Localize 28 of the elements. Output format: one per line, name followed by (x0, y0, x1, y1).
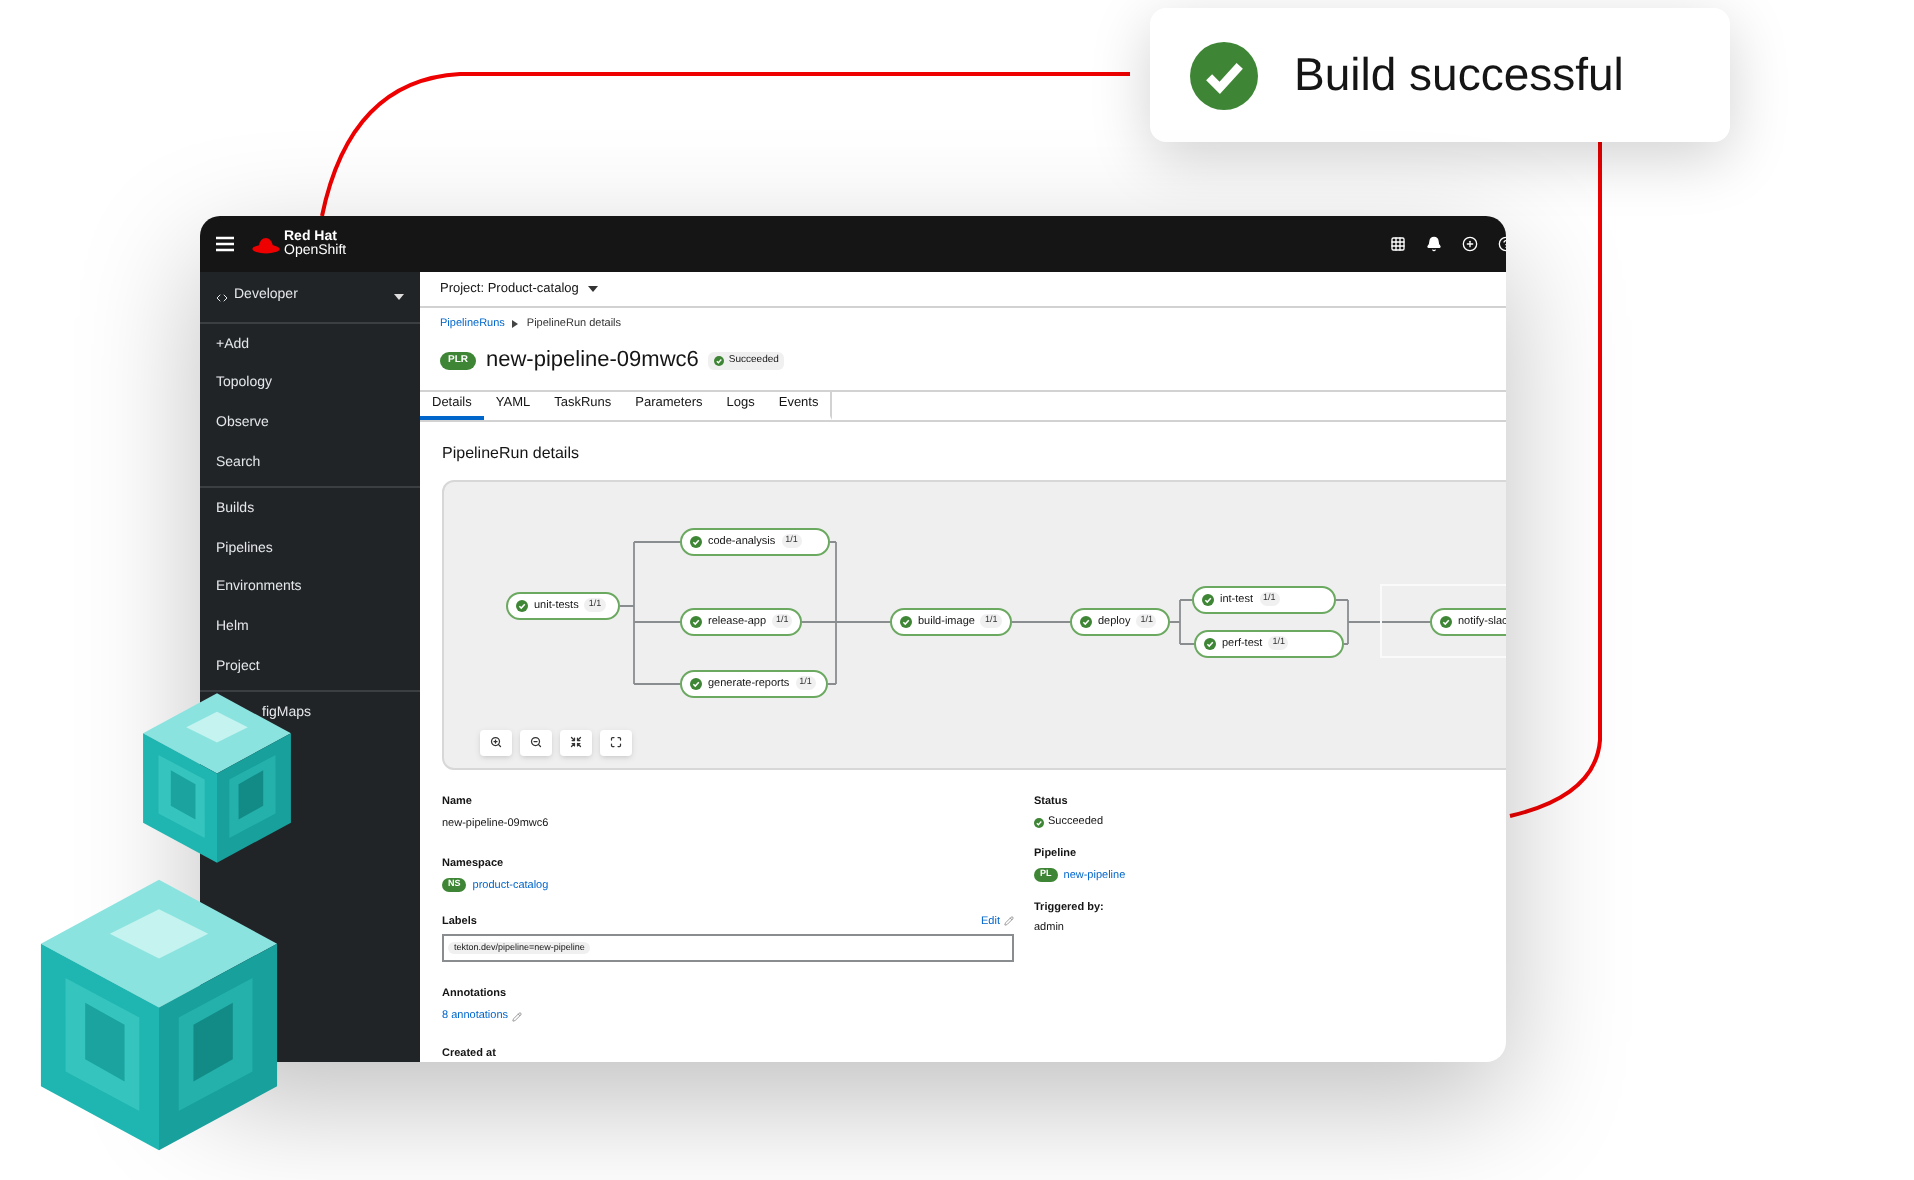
zoom-in-icon (490, 736, 502, 749)
check-icon (1190, 41, 1258, 109)
caret-icon (588, 286, 599, 292)
connector-line (1335, 598, 1431, 645)
pencil-icon (512, 1011, 523, 1022)
zoom-out-icon (530, 736, 542, 749)
check-icon (714, 356, 725, 366)
check-icon (1034, 817, 1044, 828)
toast-message: Build successful (1294, 46, 1624, 105)
expand-button[interactable] (600, 729, 632, 756)
caret-icon (394, 294, 404, 300)
notification-icon[interactable] (1426, 236, 1442, 252)
code-icon (216, 291, 228, 303)
add-icon[interactable] (1462, 236, 1478, 252)
connector-line (1011, 620, 1071, 623)
zoom-in-button[interactable] (480, 729, 512, 756)
menu-icon[interactable] (216, 236, 234, 252)
app-grid-icon[interactable] (1390, 236, 1406, 252)
expand-icon (610, 736, 622, 749)
pencil-icon (1004, 916, 1014, 927)
fit-button[interactable] (560, 729, 592, 756)
shrink-icon (570, 736, 582, 749)
hat-icon (252, 235, 280, 253)
zoom-out-button[interactable] (520, 729, 552, 756)
section-title: PipelineRun details (442, 441, 581, 466)
page-title: new-pipeline-09mwc6 (486, 346, 699, 377)
connector-line (1169, 598, 1195, 645)
chevron-icon (512, 320, 519, 329)
